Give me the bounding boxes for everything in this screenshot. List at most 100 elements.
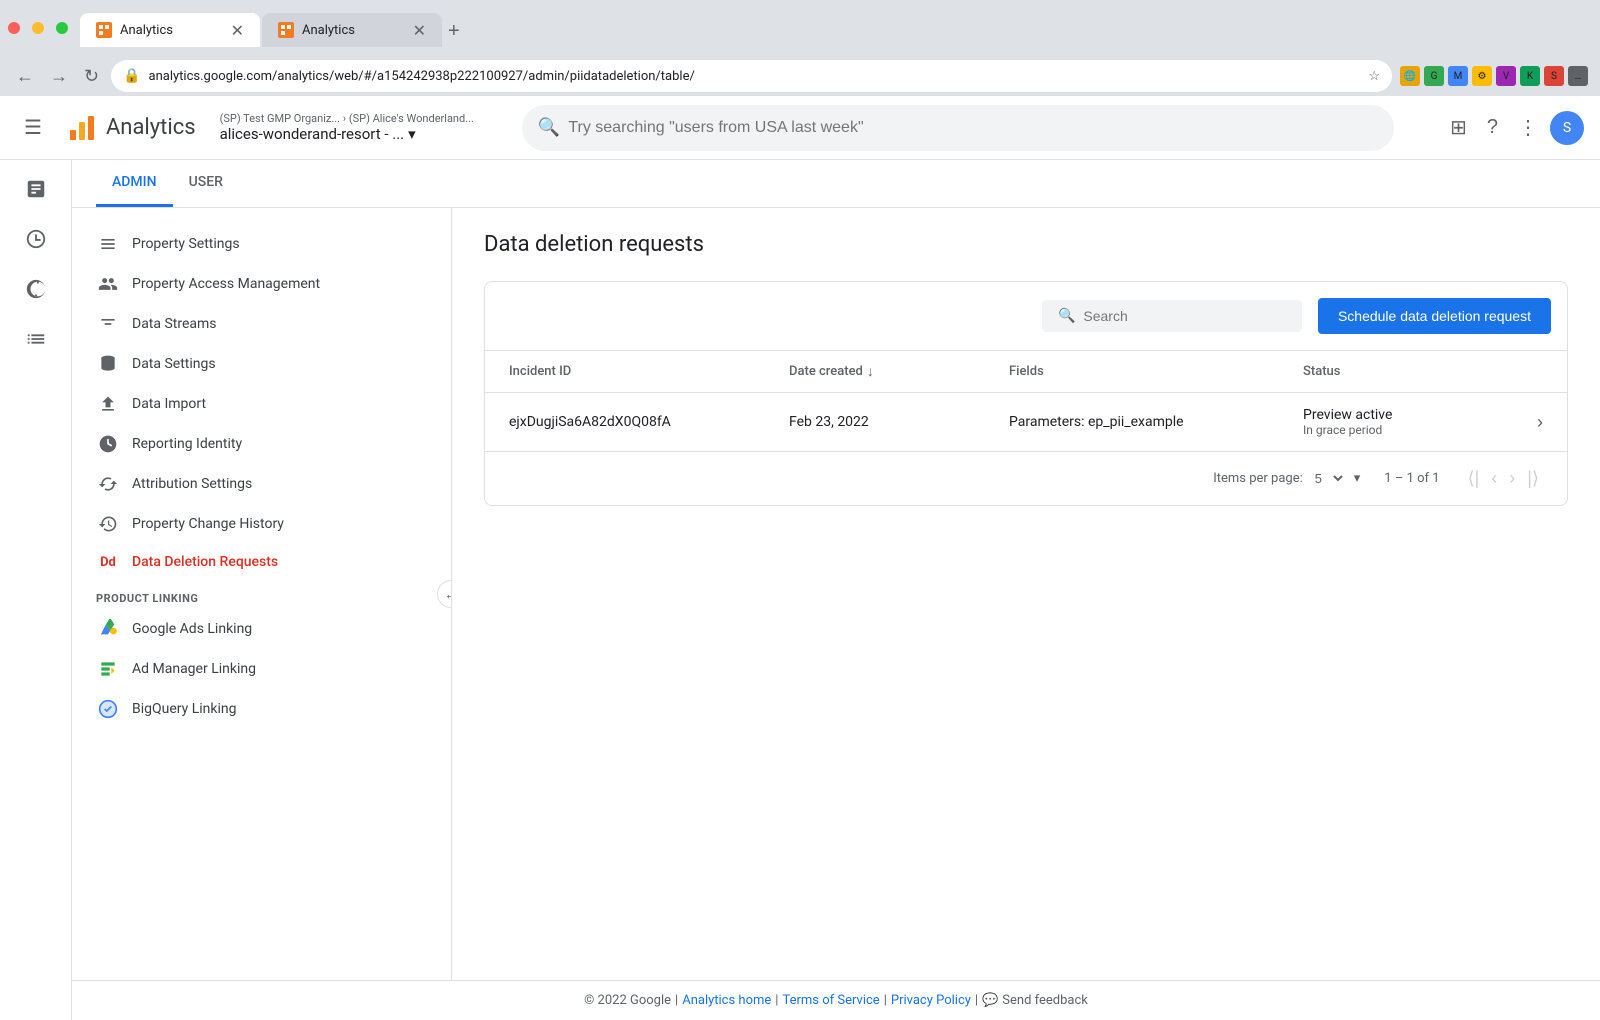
footer-feedback[interactable]: 💬 Send feedback [982, 993, 1088, 1008]
footer-link-privacy[interactable]: Privacy Policy [891, 993, 971, 1008]
sidebar-item-bigquery[interactable]: BigQuery Linking [72, 689, 451, 729]
browser-tab-2[interactable]: Analytics ✕ [262, 13, 442, 47]
sidebar-item-data-import[interactable]: Data Import [72, 384, 451, 424]
next-page-button[interactable]: › [1505, 464, 1519, 493]
app-container: ADMIN USER Property Settings Property Ac… [0, 160, 1600, 1020]
sidebar-item-google-ads[interactable]: Google Ads Linking [72, 609, 451, 649]
url-text: analytics.google.com/analytics/web/#/a15… [149, 69, 1361, 84]
search-input[interactable] [568, 119, 1378, 137]
items-per-page-label: Items per page: [1213, 471, 1303, 486]
table-search-icon: 🔍 [1058, 308, 1075, 324]
tab-row: ADMIN USER [72, 160, 1600, 208]
ext-icon-6[interactable]: K [1520, 66, 1540, 86]
ext-icon-5[interactable]: V [1496, 66, 1516, 86]
sidebar-item-attribution[interactable]: Attribution Settings [72, 464, 451, 504]
footer-link-terms[interactable]: Terms of Service [782, 993, 879, 1008]
prev-page-button[interactable]: ‹ [1487, 464, 1501, 493]
last-page-button[interactable]: |⟩ [1523, 464, 1543, 493]
nav-lists-button[interactable] [15, 318, 57, 360]
status-main: Preview active [1303, 407, 1392, 423]
sort-icon: ↓ [867, 363, 874, 380]
sidebar: Property Settings Property Access Manage… [72, 208, 452, 980]
tab-favicon-1 [96, 22, 112, 38]
product-linking-header: PRODUCT LINKING [72, 580, 451, 609]
nav-explore-button[interactable] [15, 268, 57, 310]
col-header-status: Status [1303, 363, 1543, 380]
pagination-info: 1 – 1 of 1 [1384, 471, 1439, 486]
minimize-dot[interactable] [32, 22, 44, 34]
topbar-actions: ⊞ ? ⋮ S [1442, 107, 1584, 148]
grid-icon-button[interactable]: ⊞ [1442, 107, 1475, 148]
footer-link-analytics-home[interactable]: Analytics home [682, 993, 771, 1008]
forward-button[interactable]: → [46, 62, 72, 91]
feedback-icon: 💬 [982, 993, 998, 1008]
row-expand-button[interactable]: › [1537, 412, 1543, 433]
app-logo: Analytics [66, 112, 196, 144]
ext-icon-7[interactable]: S [1544, 66, 1564, 86]
page-title: Data deletion requests [484, 232, 1568, 257]
tab-admin[interactable]: ADMIN [96, 160, 173, 207]
star-icon[interactable]: ☆ [1368, 69, 1380, 84]
table-search-input[interactable] [1083, 308, 1286, 324]
col-header-fields: Fields [1009, 363, 1303, 380]
col-header-date-created[interactable]: Date created ↓ [789, 363, 1009, 380]
footer-sep-1: | [675, 993, 678, 1008]
account-name-selector[interactable]: alices-wonderand-resort - ... ▾ [220, 125, 474, 143]
back-button[interactable]: ← [12, 62, 38, 91]
table-search-field[interactable]: 🔍 [1042, 300, 1302, 332]
browser-tabs: Analytics ✕ Analytics ✕ + [80, 9, 1592, 47]
sidebar-label-property-settings: Property Settings [132, 236, 240, 252]
sidebar-item-change-history[interactable]: Property Change History [72, 504, 451, 544]
security-icon: 🔒 [123, 68, 140, 84]
data-deletion-table-card: 🔍 Schedule data deletion request Inciden… [484, 281, 1568, 506]
cell-fields: Parameters: ep_pii_example [1009, 414, 1303, 430]
ext-icon-2[interactable]: G [1424, 66, 1444, 86]
sidebar-item-reporting-identity[interactable]: Reporting Identity [72, 424, 451, 464]
ext-icon-1[interactable]: 🌐 [1400, 66, 1420, 86]
close-dot[interactable] [8, 22, 20, 34]
tab-title-1: Analytics [120, 23, 223, 38]
new-tab-button[interactable]: + [444, 16, 464, 47]
main-content: ADMIN USER Property Settings Property Ac… [72, 160, 1600, 1020]
col-header-incident-id: Incident ID [509, 363, 789, 380]
browser-tab-1[interactable]: Analytics ✕ [80, 13, 260, 47]
menu-button[interactable]: ☰ [16, 107, 50, 148]
extension-icons: 🌐 G M ⚙ V K S … [1400, 66, 1588, 86]
tab-user[interactable]: USER [173, 160, 239, 207]
table-row[interactable]: ejxDugjiSa6A82dX0Q08fA Feb 23, 2022 Para… [485, 393, 1567, 452]
nav-home-button[interactable] [15, 168, 57, 210]
nav-reports-button[interactable] [15, 218, 57, 260]
first-page-button[interactable]: ⟨| [1464, 464, 1484, 493]
sidebar-item-data-deletion[interactable]: Dd Data Deletion Requests [72, 544, 451, 580]
user-avatar[interactable]: S [1550, 111, 1584, 145]
sidebar-item-property-access[interactable]: Property Access Management [72, 264, 451, 304]
search-bar-inner[interactable]: 🔍 [522, 105, 1394, 151]
app-topbar: ☰ Analytics (SP) Test GMP Organiz... › (… [0, 96, 1600, 160]
sidebar-label-google-ads: Google Ads Linking [132, 621, 252, 637]
cell-status: Preview active In grace period › [1303, 407, 1543, 437]
table-toolbar: 🔍 Schedule data deletion request [485, 282, 1567, 350]
sidebar-item-ad-manager[interactable]: Ad Manager Linking [72, 649, 451, 689]
sidebar-item-data-streams[interactable]: Data Streams [72, 304, 451, 344]
app-footer: © 2022 Google | Analytics home | Terms o… [72, 980, 1600, 1020]
ext-icon-3[interactable]: M [1448, 66, 1468, 86]
address-bar[interactable]: 🔒 analytics.google.com/analytics/web/#/a… [111, 60, 1392, 92]
more-options-button[interactable]: ⋮ [1510, 107, 1546, 148]
maximize-dot[interactable] [56, 22, 68, 34]
ext-icon-8[interactable]: … [1568, 66, 1588, 86]
sidebar-item-data-settings[interactable]: Data Settings [72, 344, 451, 384]
tab-close-2[interactable]: ✕ [413, 21, 426, 40]
settings-icon [96, 234, 120, 254]
reload-button[interactable]: ↻ [80, 62, 103, 91]
upload-icon [96, 394, 120, 414]
items-per-page-select[interactable]: 5 10 25 [1311, 470, 1346, 487]
tab-close-1[interactable]: ✕ [231, 21, 244, 40]
sidebar-label-data-settings: Data Settings [132, 356, 216, 372]
chevron-down-icon: ▾ [408, 125, 416, 143]
help-button[interactable]: ? [1479, 108, 1506, 147]
ext-icon-4[interactable]: ⚙ [1472, 66, 1492, 86]
schedule-deletion-button[interactable]: Schedule data deletion request [1318, 298, 1551, 334]
group-icon [96, 274, 120, 294]
app-title: Analytics [106, 115, 196, 140]
sidebar-item-property-settings[interactable]: Property Settings [72, 224, 451, 264]
